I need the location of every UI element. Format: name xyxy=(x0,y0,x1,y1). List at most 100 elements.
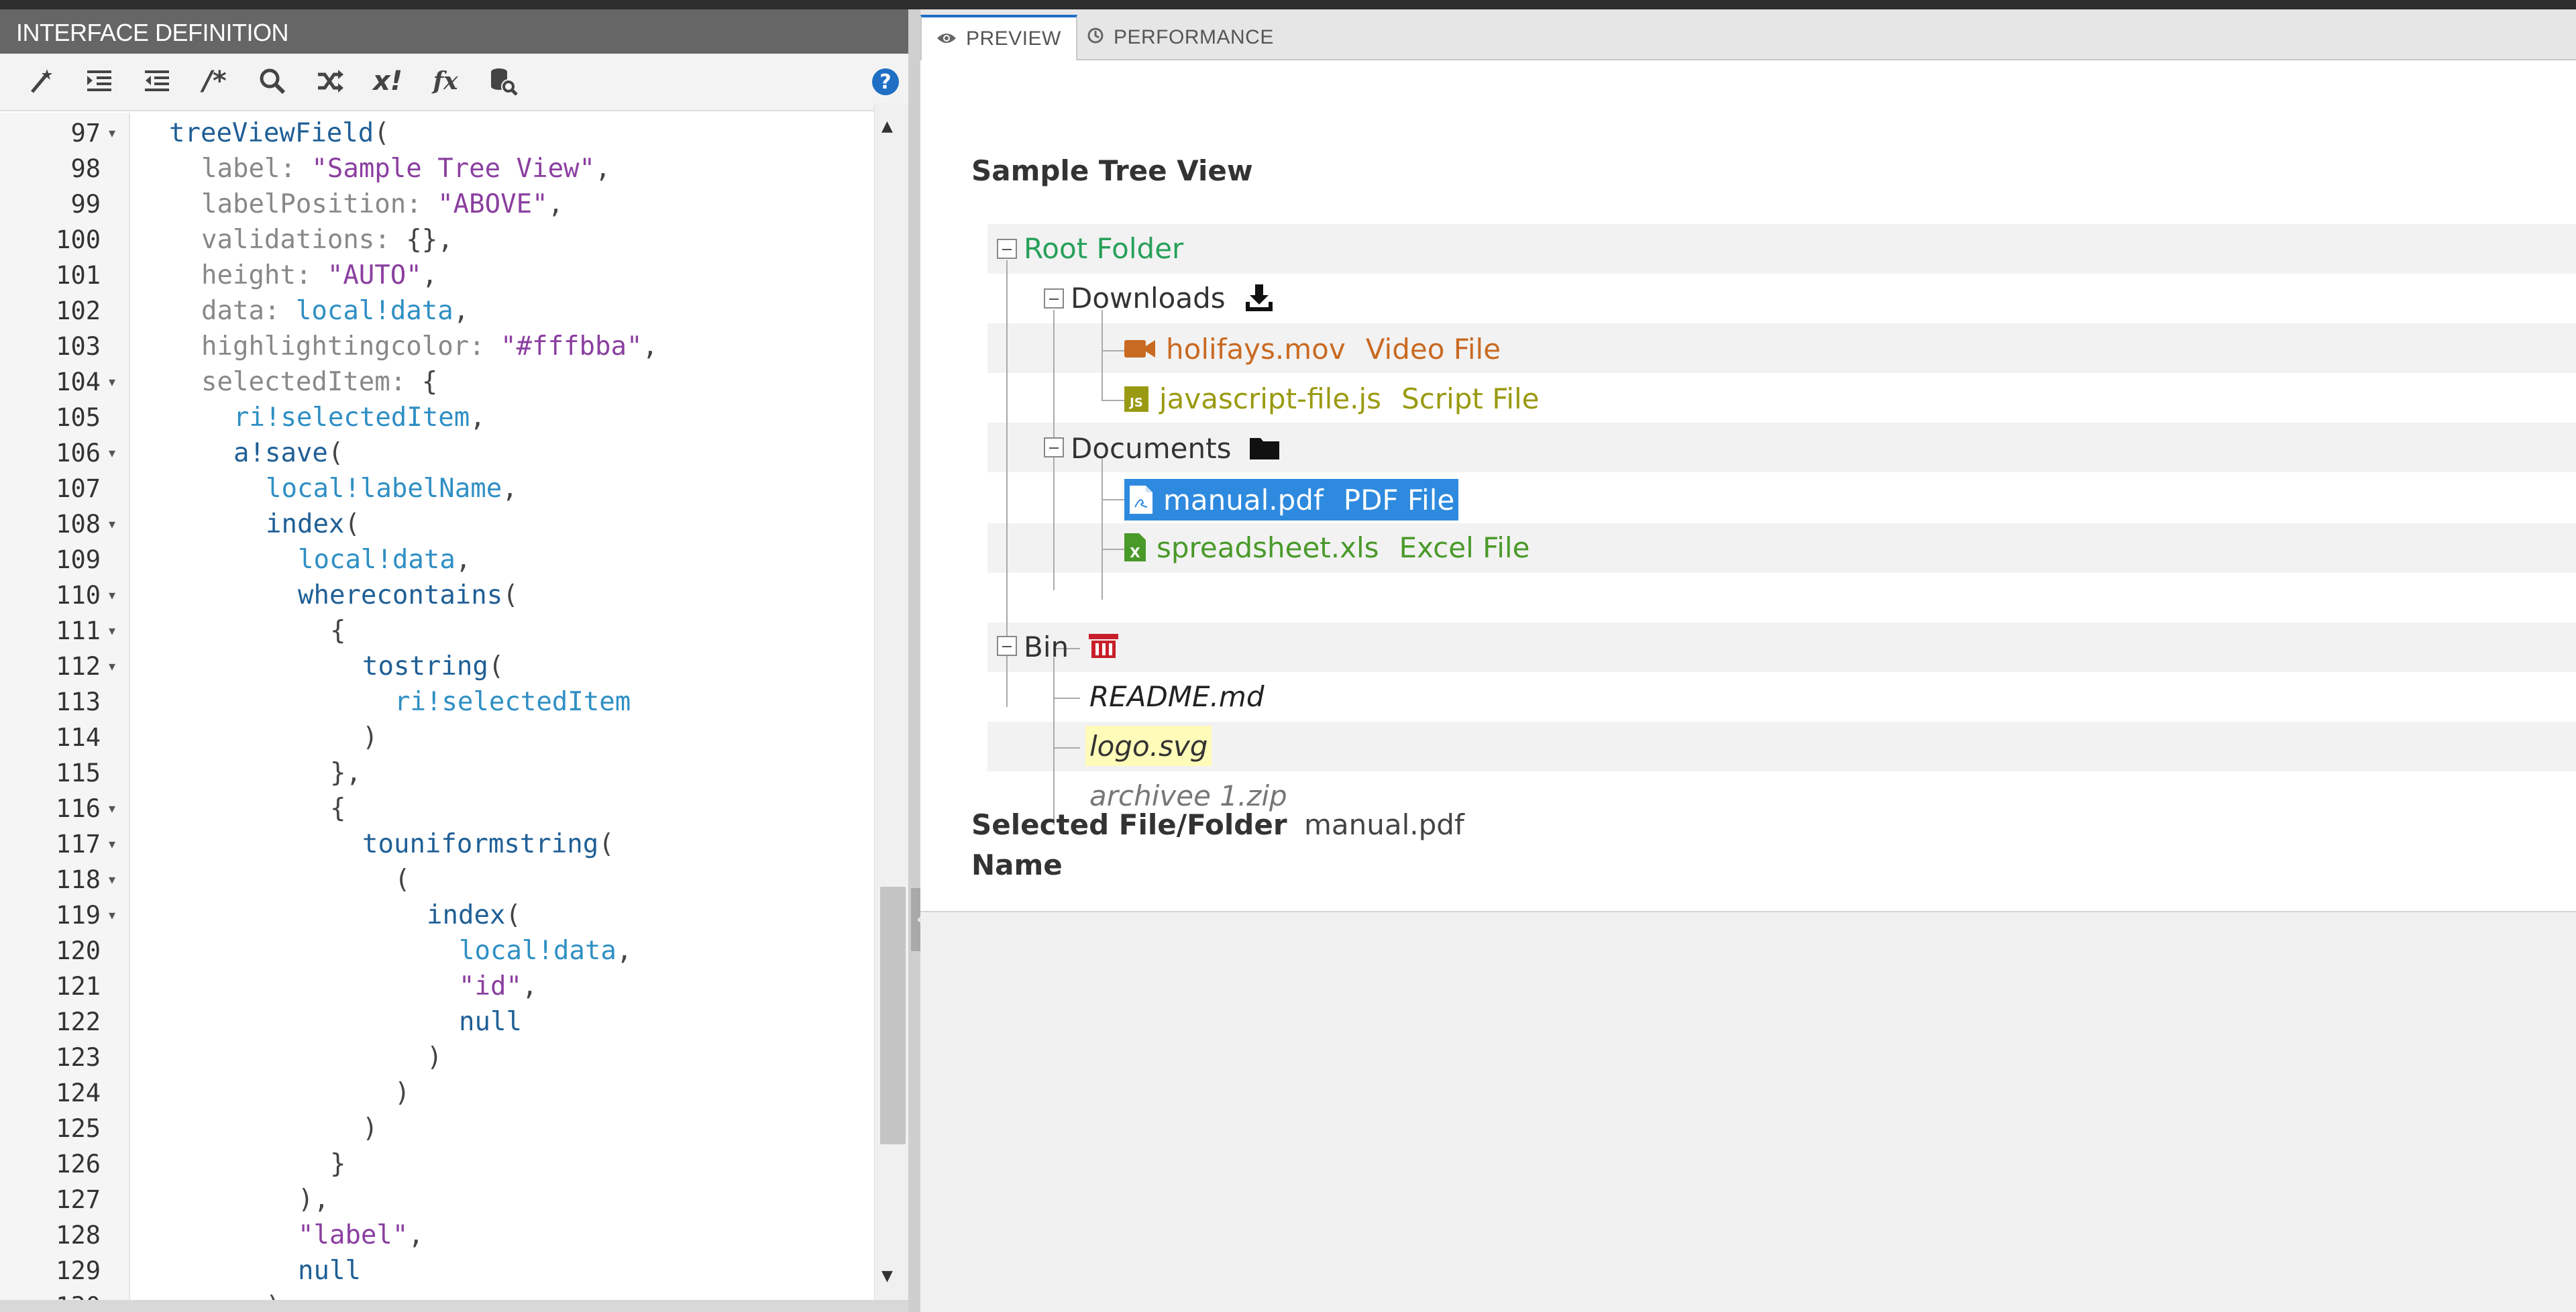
interface-definition-panel: INTERFACE DEFINITION /* x! fx ? 97 ▾ 98 99 1… xyxy=(0,9,908,1312)
tree-node-downloads[interactable]: Downloads xyxy=(1067,278,1279,318)
code-line[interactable]: { xyxy=(330,791,908,826)
tree-node-readme[interactable]: README.md xyxy=(1085,676,1269,716)
tree-node-label: Root Folder xyxy=(1024,231,1184,265)
fold-arrow-icon[interactable]: ▾ xyxy=(109,364,122,400)
format-button[interactable] xyxy=(19,60,64,102)
code-editor[interactable]: 97 ▾ 98 99 100 101 102 103 104 ▾ 105 106 ▾ 107 108 ▾ 109… xyxy=(0,113,908,1312)
code-line[interactable]: index( xyxy=(266,506,908,542)
shuffle-button[interactable] xyxy=(307,60,353,102)
tab-preview[interactable]: PREVIEW xyxy=(920,15,1077,62)
code-line[interactable]: ri!selectedItem, xyxy=(233,400,908,435)
tab-performance[interactable]: PERFORMANCE xyxy=(1072,15,1289,60)
code-line[interactable]: ri!selectedItem xyxy=(394,684,908,720)
tree-node-label: holifays.mov xyxy=(1166,332,1346,366)
tree-node-spreadsheet[interactable]: X spreadsheet.xls Excel File xyxy=(1119,527,1534,567)
code-line[interactable]: local!labelName, xyxy=(266,471,908,506)
fold-arrow-icon[interactable]: ▾ xyxy=(109,506,122,542)
outdent-button[interactable] xyxy=(134,60,180,102)
code-line[interactable]: treeViewField( xyxy=(169,115,907,151)
function-button[interactable]: fx xyxy=(423,60,468,102)
scroll-up-arrow-icon[interactable]: ▲ xyxy=(881,118,893,135)
editor-horizontal-scrollbar[interactable] xyxy=(0,1300,908,1312)
code-line[interactable]: ( xyxy=(394,862,908,897)
code-line[interactable]: "id", xyxy=(459,969,908,1004)
code-line[interactable]: ) xyxy=(362,720,908,755)
code-token: ri!selectedItem xyxy=(394,687,631,717)
code-token: ( xyxy=(502,580,519,610)
code-token: ), xyxy=(298,1185,329,1215)
code-line[interactable]: null xyxy=(298,1253,908,1289)
code-line[interactable]: ) xyxy=(427,1040,908,1075)
tree-node-javascript-file[interactable]: JS javascript-file.js Script File xyxy=(1119,378,1544,419)
code-line[interactable]: label: "Sample Tree View", xyxy=(201,151,908,186)
tree-node-logo-highlighted[interactable]: logo.svg xyxy=(1085,726,1212,766)
code-line[interactable]: validations: {}, xyxy=(201,222,908,258)
database-search-button[interactable] xyxy=(480,60,526,102)
comment-button[interactable]: /* xyxy=(192,60,237,102)
code-line[interactable]: local!data, xyxy=(298,542,908,578)
code-token: labelPosition: xyxy=(201,189,438,219)
collapse-downloads-toggle-icon[interactable] xyxy=(1044,288,1064,309)
line-number: 105 xyxy=(56,403,101,432)
code-line[interactable]: local!data, xyxy=(459,933,908,969)
code-line[interactable]: "label", xyxy=(298,1217,908,1253)
fold-arrow-icon[interactable]: ▾ xyxy=(109,578,122,613)
indent-button[interactable] xyxy=(76,60,122,102)
line-number: 123 xyxy=(56,1043,101,1072)
tree-node-bin[interactable]: Bin xyxy=(1020,626,1125,667)
code-line[interactable]: } xyxy=(330,1146,908,1182)
line-number-gutter: 97 ▾ 98 99 100 101 102 103 104 ▾ 105 106 ▾ 107 108 ▾ 109… xyxy=(0,113,130,1312)
help-icon[interactable]: ? xyxy=(872,68,899,95)
fold-arrow-icon[interactable]: ▾ xyxy=(109,826,122,862)
code-line[interactable]: touniformstring( xyxy=(362,826,908,862)
code-line[interactable]: ), xyxy=(298,1182,908,1217)
fold-arrow-icon[interactable]: ▾ xyxy=(109,897,122,933)
code-line[interactable]: { xyxy=(330,613,908,649)
expression-error-button[interactable]: x! xyxy=(365,60,411,102)
tree-node-documents[interactable]: Documents xyxy=(1067,428,1285,468)
tree-view-label: Sample Tree View xyxy=(971,154,1253,187)
code-line[interactable]: ) xyxy=(362,1111,908,1146)
fold-arrow-icon[interactable]: ▾ xyxy=(109,862,122,897)
code-line[interactable]: highlightingcolor: "#fffbba", xyxy=(201,329,908,364)
shuffle-icon xyxy=(318,70,343,93)
fold-arrow-icon[interactable]: ▾ xyxy=(109,791,122,826)
eye-icon xyxy=(936,29,957,50)
code-line[interactable]: data: local!data, xyxy=(201,293,908,329)
tree-node-description: Script File xyxy=(1401,382,1540,415)
code-line[interactable]: index( xyxy=(427,897,908,933)
tree-row-stripe xyxy=(987,224,2576,274)
code-token: a!save xyxy=(233,438,328,468)
code-line[interactable]: wherecontains( xyxy=(298,578,908,613)
code-line[interactable]: height: "AUTO", xyxy=(201,258,908,293)
collapse-bin-toggle-icon[interactable] xyxy=(997,636,1017,656)
fold-arrow-icon[interactable]: ▾ xyxy=(109,613,122,649)
tab-bar: PREVIEW PERFORMANCE xyxy=(920,9,2576,62)
fold-arrow-icon[interactable]: ▾ xyxy=(109,435,122,471)
pane-splitter[interactable] xyxy=(908,9,920,1312)
code-line[interactable]: tostring( xyxy=(362,649,908,684)
code-line[interactable]: a!save( xyxy=(233,435,908,471)
tree-node-manual-pdf-selected[interactable]: manual.pdf PDF File xyxy=(1124,479,1459,521)
folder-icon xyxy=(1248,435,1281,461)
code-line[interactable]: labelPosition: "ABOVE", xyxy=(201,186,908,222)
scrollbar-thumb[interactable] xyxy=(880,887,906,1144)
fold-arrow-icon[interactable]: ▾ xyxy=(109,649,122,684)
code-line[interactable]: }, xyxy=(330,755,908,791)
code-line[interactable]: selectedItem: { xyxy=(201,364,908,400)
scroll-down-arrow-icon[interactable]: ▼ xyxy=(881,1268,893,1284)
code-token: ( xyxy=(394,865,411,895)
tree-node-root-folder[interactable]: Root Folder xyxy=(1020,228,1187,268)
line-number: 110 xyxy=(56,581,101,610)
fold-arrow-icon[interactable]: ▾ xyxy=(109,115,122,151)
code-line[interactable]: null xyxy=(459,1004,908,1040)
search-button[interactable] xyxy=(250,60,295,102)
code-line[interactable]: ) xyxy=(394,1075,908,1111)
tree-node-holifays[interactable]: holifays.mov Video File xyxy=(1119,329,1505,369)
code-token: , xyxy=(502,474,518,504)
line-number: 97 xyxy=(70,119,101,148)
line-number: 116 xyxy=(56,794,101,823)
tree-node-label: Documents xyxy=(1071,431,1232,465)
collapse-root-toggle-icon[interactable] xyxy=(997,239,1017,259)
collapse-documents-toggle-icon[interactable] xyxy=(1044,437,1064,457)
